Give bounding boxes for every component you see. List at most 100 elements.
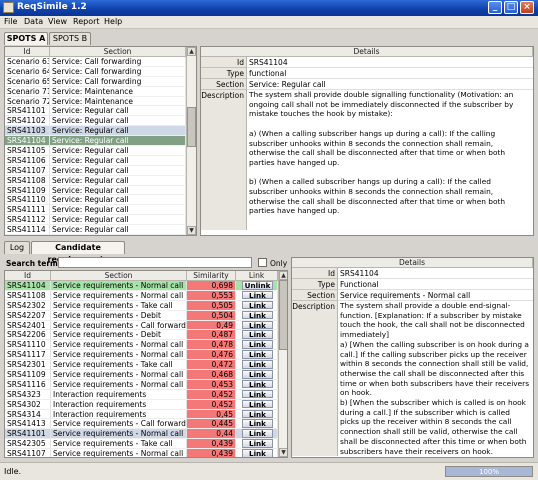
only-checkbox[interactable]: [258, 258, 267, 267]
table-row[interactable]: SRS4314 Interaction requirements 0,45 Link: [5, 409, 278, 420]
list-item[interactable]: SRS41104 Service: Regular call: [5, 136, 186, 147]
table-row[interactable]: SRS41413 Service requirements - Call forw…: [5, 419, 278, 430]
link-button[interactable]: Link: [242, 389, 273, 399]
requirement-list-scrollbar[interactable]: ▲ ▼: [186, 47, 196, 235]
link-button[interactable]: Link: [242, 370, 273, 379]
link-button[interactable]: Link: [242, 379, 273, 389]
table-row[interactable]: SRS41117 Service requirements - Normal ca…: [5, 350, 278, 361]
row-section: Service: Regular call: [50, 116, 186, 126]
table-row[interactable]: SRS4323 Interaction requirements 0,452 Link: [5, 389, 278, 400]
list-item[interactable]: Scenario 65 Service: Call forwarding: [5, 76, 186, 87]
table-row[interactable]: SRS41107 Service requirements - Normal ca…: [5, 449, 278, 457]
menu-file[interactable]: File: [4, 17, 17, 26]
table-row[interactable]: SRS42401 Service requirements - Call forw…: [5, 320, 278, 331]
list-item[interactable]: Scenario 64 Service: Call forwarding: [5, 66, 186, 77]
search-input[interactable]: [58, 257, 252, 268]
column-header-section[interactable]: Section: [51, 271, 187, 281]
list-item[interactable]: SRS41107 Service: Regular call: [5, 165, 186, 176]
link-button[interactable]: Link: [242, 300, 273, 310]
unlink-button[interactable]: Unlink: [242, 281, 273, 290]
title-bar[interactable]: ReqSimile 1.2 _ □ ×: [0, 0, 538, 16]
table-row[interactable]: SRS41104 Service requirements - Normal ca…: [5, 281, 278, 291]
link-button[interactable]: Link: [242, 330, 273, 339]
scroll-thumb[interactable]: [187, 107, 196, 147]
candidate-list-scrollbar[interactable]: ▲ ▼: [278, 271, 287, 457]
table-row[interactable]: SRS41109 Service requirements - Normal ca…: [5, 370, 278, 380]
link-button[interactable]: Link: [242, 340, 273, 349]
list-item[interactable]: Scenario 63 Service: Call forwarding: [5, 57, 186, 67]
table-row[interactable]: SRS42206 Service requirements - Debit 0,48…: [5, 330, 278, 341]
table-row[interactable]: SRS41116 Service requirements - Normal ca…: [5, 379, 278, 390]
row-section: Service: Regular call: [50, 136, 186, 146]
maximize-button[interactable]: □: [504, 1, 518, 14]
row-id: SRS41104: [5, 136, 50, 146]
table-row[interactable]: SRS42305 Service requirements - Take call…: [5, 439, 278, 450]
link-button[interactable]: Link: [242, 429, 273, 438]
link-button[interactable]: Link: [242, 290, 273, 300]
list-item[interactable]: SRS41102 Service: Regular call: [5, 116, 186, 127]
link-button[interactable]: Link: [242, 449, 273, 457]
row-id: Scenario 65: [7, 76, 50, 86]
row-section: Service requirements - Call forwarding: [53, 419, 187, 429]
link-button[interactable]: Link: [242, 399, 273, 409]
table-row[interactable]: SRS41110 Service requirements - Normal ca…: [5, 340, 278, 351]
row-section: Service: Regular call: [50, 225, 186, 235]
tab-candidate-requirements[interactable]: Candidate requirements: [31, 241, 125, 264]
column-header-section[interactable]: Section: [50, 47, 186, 57]
table-row[interactable]: SRS41101 Service requirements - Normal ca…: [5, 429, 278, 440]
list-item[interactable]: SRS41114 Service: Regular call: [5, 225, 186, 235]
link-button[interactable]: Link: [242, 350, 273, 359]
menu-view[interactable]: View: [48, 17, 67, 26]
row-section: Service: Regular call: [50, 235, 186, 236]
tab-spots-b[interactable]: SPOTS B: [49, 32, 91, 45]
close-button[interactable]: ×: [520, 1, 534, 14]
link-button[interactable]: Link: [242, 409, 273, 419]
list-item[interactable]: SRS41112 Service: Regular call: [5, 215, 186, 226]
menu-data[interactable]: Data: [24, 17, 43, 26]
table-row[interactable]: SRS42207 Service requirements - Debit 0,50…: [5, 310, 278, 321]
list-item[interactable]: SRS41106 Service: Regular call: [5, 155, 186, 166]
scroll-up-icon[interactable]: ▲: [279, 271, 287, 280]
link-button[interactable]: Link: [242, 419, 273, 428]
column-header-id[interactable]: Id: [5, 271, 51, 281]
link-button[interactable]: Link: [242, 310, 273, 320]
column-header-id[interactable]: Id: [5, 47, 50, 57]
column-header-link[interactable]: Link: [236, 271, 278, 281]
link-button[interactable]: Link: [242, 439, 273, 448]
scroll-thumb[interactable]: [279, 280, 287, 350]
list-item[interactable]: SRS41109 Service: Regular call: [5, 185, 186, 196]
list-item[interactable]: SRS41101 Service: Regular call: [5, 106, 186, 117]
tab-spots-a[interactable]: SPOTS A: [4, 32, 48, 45]
table-row[interactable]: SRS4302 Interaction requirements 0,452 Link: [5, 399, 278, 410]
list-item[interactable]: SRS41105 Service: Regular call: [5, 146, 186, 156]
row-section: Service: Regular call: [50, 205, 186, 215]
minimize-button[interactable]: _: [488, 1, 502, 14]
row-id: SRS42401: [5, 320, 51, 330]
column-header-similarity[interactable]: Similarity: [187, 271, 236, 281]
scroll-up-icon[interactable]: ▲: [187, 47, 196, 56]
row-section: Service: Regular call: [50, 185, 186, 195]
list-item[interactable]: SRS41110 Service: Regular call: [5, 195, 186, 206]
row-section: Service: Regular call: [50, 215, 186, 225]
tab-log[interactable]: Log: [4, 241, 30, 254]
menu-help[interactable]: Help: [104, 17, 122, 26]
menu-report[interactable]: Report: [73, 17, 100, 26]
table-row[interactable]: SRS42302 Service requirements - Take call…: [5, 300, 278, 311]
list-item[interactable]: SRS41111 Service: Regular call: [5, 205, 186, 216]
table-row[interactable]: SRS42301 Service requirements - Take call…: [5, 360, 278, 371]
link-button[interactable]: Link: [242, 360, 273, 369]
list-item[interactable]: SRS41103 Service: Regular call: [5, 126, 186, 137]
app-icon: [3, 2, 14, 13]
list-item[interactable]: SRS41115Service: Regular call: [5, 235, 186, 236]
menu-bar: File Data View Report Help: [0, 16, 538, 29]
scroll-down-icon[interactable]: ▼: [187, 226, 196, 235]
row-section: Service requirements - Call forwarding: [53, 320, 187, 330]
type-label: Type: [201, 68, 247, 79]
list-item[interactable]: Scenario 71 Service: Maintenance: [5, 86, 186, 97]
type-label: Type: [292, 279, 338, 290]
link-button[interactable]: Link: [242, 320, 273, 330]
scroll-down-icon[interactable]: ▼: [279, 448, 287, 457]
list-item[interactable]: SRS41108 Service: Regular call: [5, 175, 186, 186]
table-row[interactable]: SRS41108 Service requirements - Normal ca…: [5, 290, 278, 301]
list-item[interactable]: Scenario 72 Service: Maintenance: [5, 96, 186, 107]
